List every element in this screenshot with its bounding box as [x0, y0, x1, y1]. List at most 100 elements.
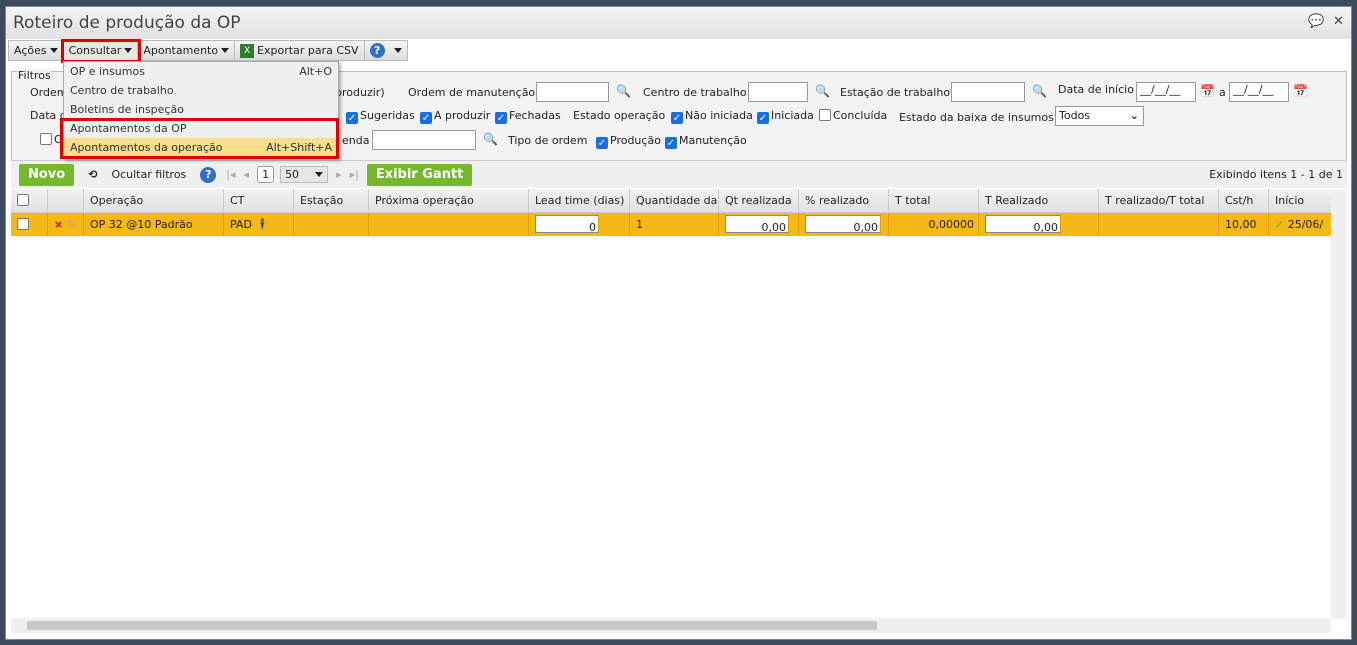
apontamento-menu[interactable]: Apontamento	[138, 41, 236, 60]
grid-toolbar: Novo ⟲ Ocultar filtros ? |◂ ◂ 1 50 ▸ ▸| …	[11, 160, 1347, 188]
scroll-thumb[interactable]	[27, 621, 877, 630]
items-info: Exibindo itens 1 - 1 de 1	[1209, 168, 1343, 181]
nao-iniciada-checkbox[interactable]: ✓ Não iniciada	[671, 109, 753, 124]
estacao-trabalho-input[interactable]	[951, 82, 1025, 102]
qt-realizada-input[interactable]: 0,00	[725, 215, 789, 233]
cell-csth: 10,00	[1219, 213, 1269, 236]
title-bar: Roteiro de produção da OP 💬 ✕	[6, 7, 1351, 39]
col-ct[interactable]: CT	[224, 189, 294, 212]
col-lead-time[interactable]: Lead time (dias)	[529, 189, 630, 212]
highlight-box	[61, 39, 141, 63]
col-qt-realizada[interactable]: Qt realizada	[719, 189, 799, 212]
ocultar-filtros-button[interactable]: Ocultar filtros	[111, 168, 186, 181]
window: Roteiro de produção da OP 💬 ✕ Ações Cons…	[5, 6, 1352, 640]
cell-inicio: ✓ 25/06/	[1275, 218, 1324, 231]
horizontal-scrollbar[interactable]	[11, 618, 1331, 633]
col-t-total[interactable]: T total	[889, 189, 979, 212]
novo-button[interactable]: Novo	[19, 163, 75, 186]
refresh-icon[interactable]: ⟲	[88, 168, 97, 181]
menu-item-centro-trabalho[interactable]: Centro de trabalho	[64, 81, 338, 100]
fechadas-checkbox[interactable]: ✓ Fechadas	[495, 109, 561, 124]
search-icon[interactable]: 🔍	[616, 84, 631, 98]
last-page-icon[interactable]: ▸|	[350, 168, 359, 181]
tipo-ordem-label: Tipo de ordem	[508, 134, 588, 147]
first-page-icon[interactable]: |◂	[226, 168, 235, 181]
estado-operacao-label: Estado operação	[573, 109, 666, 122]
date-placeholder: __/__/__	[1140, 83, 1181, 96]
col-inicio[interactable]: Início	[1269, 189, 1331, 212]
acoes-label: Ações	[14, 44, 47, 57]
comment-icon[interactable]: 💬	[1308, 14, 1324, 29]
col-actions	[48, 189, 84, 212]
search-icon[interactable]: 🔍	[815, 84, 830, 98]
col-ratio[interactable]: T realizado/T total	[1099, 189, 1219, 212]
col-estacao[interactable]: Estação	[294, 189, 369, 212]
cell-lead: 0	[529, 213, 630, 236]
row-actions: × ✎	[48, 213, 84, 236]
manutencao-checkbox[interactable]: ✓ Manutenção	[665, 134, 747, 149]
calendar-icon[interactable]: 📅	[1200, 84, 1215, 98]
exibir-gantt-button[interactable]: Exibir Gantt	[366, 163, 473, 186]
ordem-manutencao-input[interactable]	[536, 82, 609, 102]
col-operacao[interactable]: Operação	[84, 189, 224, 212]
t-realizado-input[interactable]: 0,00	[985, 215, 1061, 233]
close-icon[interactable]: ✕	[1333, 14, 1344, 29]
col-proxima[interactable]: Próxima operação	[369, 189, 529, 212]
enda-input[interactable]	[372, 130, 476, 150]
cell-t-total: 0,00000	[889, 213, 979, 236]
row-checkbox[interactable]	[11, 213, 48, 236]
col-csth[interactable]: Cst/h	[1219, 189, 1269, 212]
cell-qt-realizada: 0,00	[719, 213, 799, 236]
select-all-checkbox[interactable]	[11, 189, 48, 212]
check-icon: ✓	[1275, 218, 1285, 231]
window-title: Roteiro de produção da OP	[13, 13, 241, 33]
data-inicio-to[interactable]: __/__/__	[1229, 82, 1289, 102]
col-pct-realizado[interactable]: % realizado	[799, 189, 889, 212]
centro-trabalho-input[interactable]	[748, 82, 808, 102]
delete-icon[interactable]: ×	[54, 218, 63, 231]
cell-operacao: OP 32 @10 Padrão	[84, 213, 224, 236]
col-quantidade[interactable]: Quantidade da	[630, 189, 719, 212]
chevron-down-icon	[221, 48, 230, 53]
estado-baixa-label: Estado da baixa de insumos	[899, 111, 1054, 124]
estado-baixa-select[interactable]: Todos ⌄	[1055, 106, 1144, 126]
calendar-icon[interactable]: 📅	[1293, 84, 1308, 98]
col-t-realizado[interactable]: T Realizado	[979, 189, 1099, 212]
data-inicio-label: Data de início	[1058, 83, 1134, 96]
producao-checkbox[interactable]: ✓ Produção	[596, 134, 661, 149]
vertical-scrollbar[interactable]	[1331, 189, 1346, 619]
grid-header: Operação CT Estação Próxima operação Lea…	[11, 189, 1331, 213]
help-menu[interactable]: ?	[365, 41, 408, 60]
a-label: a	[1219, 86, 1226, 99]
iniciada-checkbox[interactable]: ✓ Iniciada	[757, 109, 814, 124]
search-icon[interactable]: 🔍	[483, 132, 498, 146]
help-icon[interactable]: ?	[200, 166, 217, 183]
menu-item-boletins[interactable]: Boletins de inspeção	[64, 100, 338, 119]
menu-item-op-insumos[interactable]: OP e insumos Alt+O	[64, 62, 338, 81]
cell-ratio	[1099, 213, 1219, 236]
enda-label: enda	[342, 134, 370, 147]
cell-ct: PAD 🕴	[224, 213, 294, 236]
concluida-checkbox[interactable]: Concluída	[819, 109, 887, 122]
edit-pencil-icon[interactable]: ✎	[67, 218, 76, 231]
help-icon: ?	[369, 43, 385, 58]
pct-realizado-input[interactable]: 0,00	[805, 215, 881, 233]
export-csv-button[interactable]: X Exportar para CSV	[235, 41, 365, 60]
next-page-icon[interactable]: ▸	[336, 168, 342, 181]
search-icon[interactable]: 🔍	[1032, 84, 1047, 98]
acoes-menu[interactable]: Ações	[9, 41, 64, 60]
page-input[interactable]: 1	[257, 166, 275, 183]
sugeridas-checkbox[interactable]: ✓ Sugeridas	[346, 109, 415, 124]
cell-estacao	[294, 213, 369, 236]
excel-icon: X	[240, 43, 255, 58]
data-inicio-from[interactable]: __/__/__	[1136, 82, 1196, 102]
chevron-down-icon	[49, 48, 58, 53]
chevron-down-icon	[394, 48, 403, 53]
a-produzir-checkbox[interactable]: ✓ A produzir	[420, 109, 490, 124]
lead-time-input[interactable]: 0	[535, 215, 599, 233]
cell-proxima	[369, 213, 529, 236]
page-size-select[interactable]: 50	[280, 166, 329, 183]
prev-page-icon[interactable]: ◂	[244, 168, 250, 181]
table-row[interactable]: × ✎ OP 32 @10 Padrão PAD 🕴 0 1 0,00 0,00…	[11, 213, 1331, 236]
ordem-label: Ordem	[30, 86, 68, 99]
